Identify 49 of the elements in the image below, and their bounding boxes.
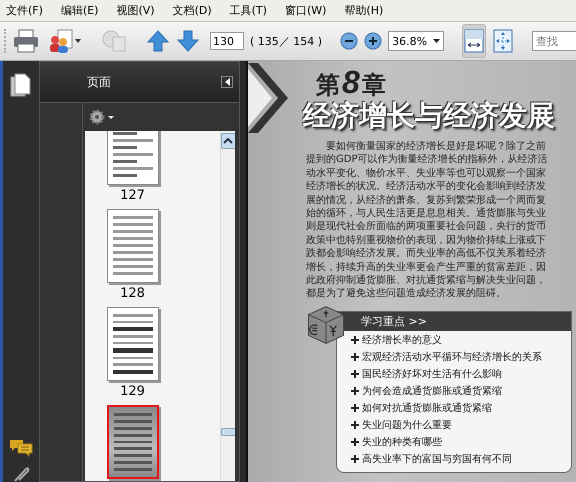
comments-icon[interactable]	[9, 438, 33, 458]
search-field[interactable]: 查找	[532, 31, 576, 51]
page-count: ( 135／ 154 )	[250, 34, 322, 48]
fit-width-button[interactable]	[462, 24, 486, 58]
caret-icon[interactable]	[433, 39, 440, 43]
page-thumbnail[interactable]	[106, 209, 158, 283]
pages-icon[interactable]	[10, 73, 32, 97]
menu-item[interactable]: 帮助(H)	[344, 3, 384, 18]
key-point-text: 高失业率下的富国与穷国有何不同	[362, 452, 512, 466]
page-number: 127	[120, 188, 145, 203]
key-point-text: 如何对抗通货膨胀或通货紧缩	[362, 402, 492, 415]
menu-item[interactable]: 文档(D)	[172, 3, 212, 18]
chevron-icon	[248, 63, 288, 133]
print-icon[interactable]	[12, 28, 40, 54]
caret-icon[interactable]	[224, 78, 230, 86]
paperclip-icon[interactable]	[12, 466, 30, 482]
page-thumbnail[interactable]	[106, 131, 158, 185]
menu-item[interactable]: 窗口(W)	[284, 3, 326, 18]
page-thumbnail[interactable]	[106, 307, 158, 381]
key-point-text: 宏观经济活动水平循环与经济增长的关系	[362, 350, 542, 364]
chapter-heading: 第8章	[316, 67, 387, 100]
collapse-button[interactable]	[221, 76, 233, 88]
key-point-text: 失业问题为什么重要	[362, 418, 452, 432]
menu-item[interactable]: 编辑(E)	[60, 3, 98, 18]
chapter-title: 经济增长与经济发展	[303, 100, 556, 132]
key-point-text: 为何会造成通货膨胀或通货紧缩	[362, 384, 502, 398]
arrow-up-icon[interactable]	[146, 29, 170, 53]
page-number: 128	[120, 286, 145, 301]
key-point-text: 失业的种类有哪些	[362, 436, 442, 449]
key-points-heading: 学习重点 >>	[337, 312, 571, 331]
scrollbar-thumb[interactable]	[220, 428, 235, 436]
menu-item[interactable]: 视图(V)	[116, 3, 155, 18]
menu-item[interactable]: 文件(F)	[6, 3, 43, 18]
page-thumbnail[interactable]	[106, 405, 158, 479]
zoom-dropdown[interactable]: 36.8%	[388, 31, 444, 51]
arrow-down-icon[interactable]	[176, 29, 200, 53]
scroll-up-button[interactable]	[220, 133, 235, 149]
gear-icon[interactable]	[88, 109, 116, 125]
panel-title: 页面	[87, 74, 111, 90]
zoom-in-icon[interactable]	[364, 32, 382, 50]
currency-cube-icon	[306, 304, 346, 345]
chevron-up-icon[interactable]	[223, 138, 233, 144]
page-number-field[interactable]: 130	[210, 32, 244, 50]
body-paragraph: 要如何衡量国家的经济增长是好是坏呢？除了之前提到的GDP可以作为衡量经济增长的指标外，从经济活动水平变化、物价水平、失业率等也可以观察一个国家经济增长的状况。经济活动水平的变化会影响到经济发展的情况，从经济的萧条、复苏到繁荣形成一个周而复始的循环，与人民生活更是息息相关。通货膨胀与失业则是现代社会所面临的两项重要社会问题，央行的货币政策中也特别重视物价的表现，因为物价持续上涨或下跌都会影响经济发展。而失业率的高低不仅关系着经济增长，持续升高的失业率更会产生严重的贫富差距，因此政府抑制通货膨胀、对抗通货紧缩与解决失业问题，都是为了避免这些问题造成经济发展的阻碍。	[306, 140, 548, 301]
key-point-text: 国民经济好坏对生活有什么影响	[362, 368, 502, 381]
page-number: 129	[120, 384, 145, 399]
key-point-text: 经济增长率的意义	[362, 334, 442, 347]
menu-item[interactable]: 工具(T)	[230, 3, 267, 18]
zoom-out-icon[interactable]	[340, 32, 358, 50]
